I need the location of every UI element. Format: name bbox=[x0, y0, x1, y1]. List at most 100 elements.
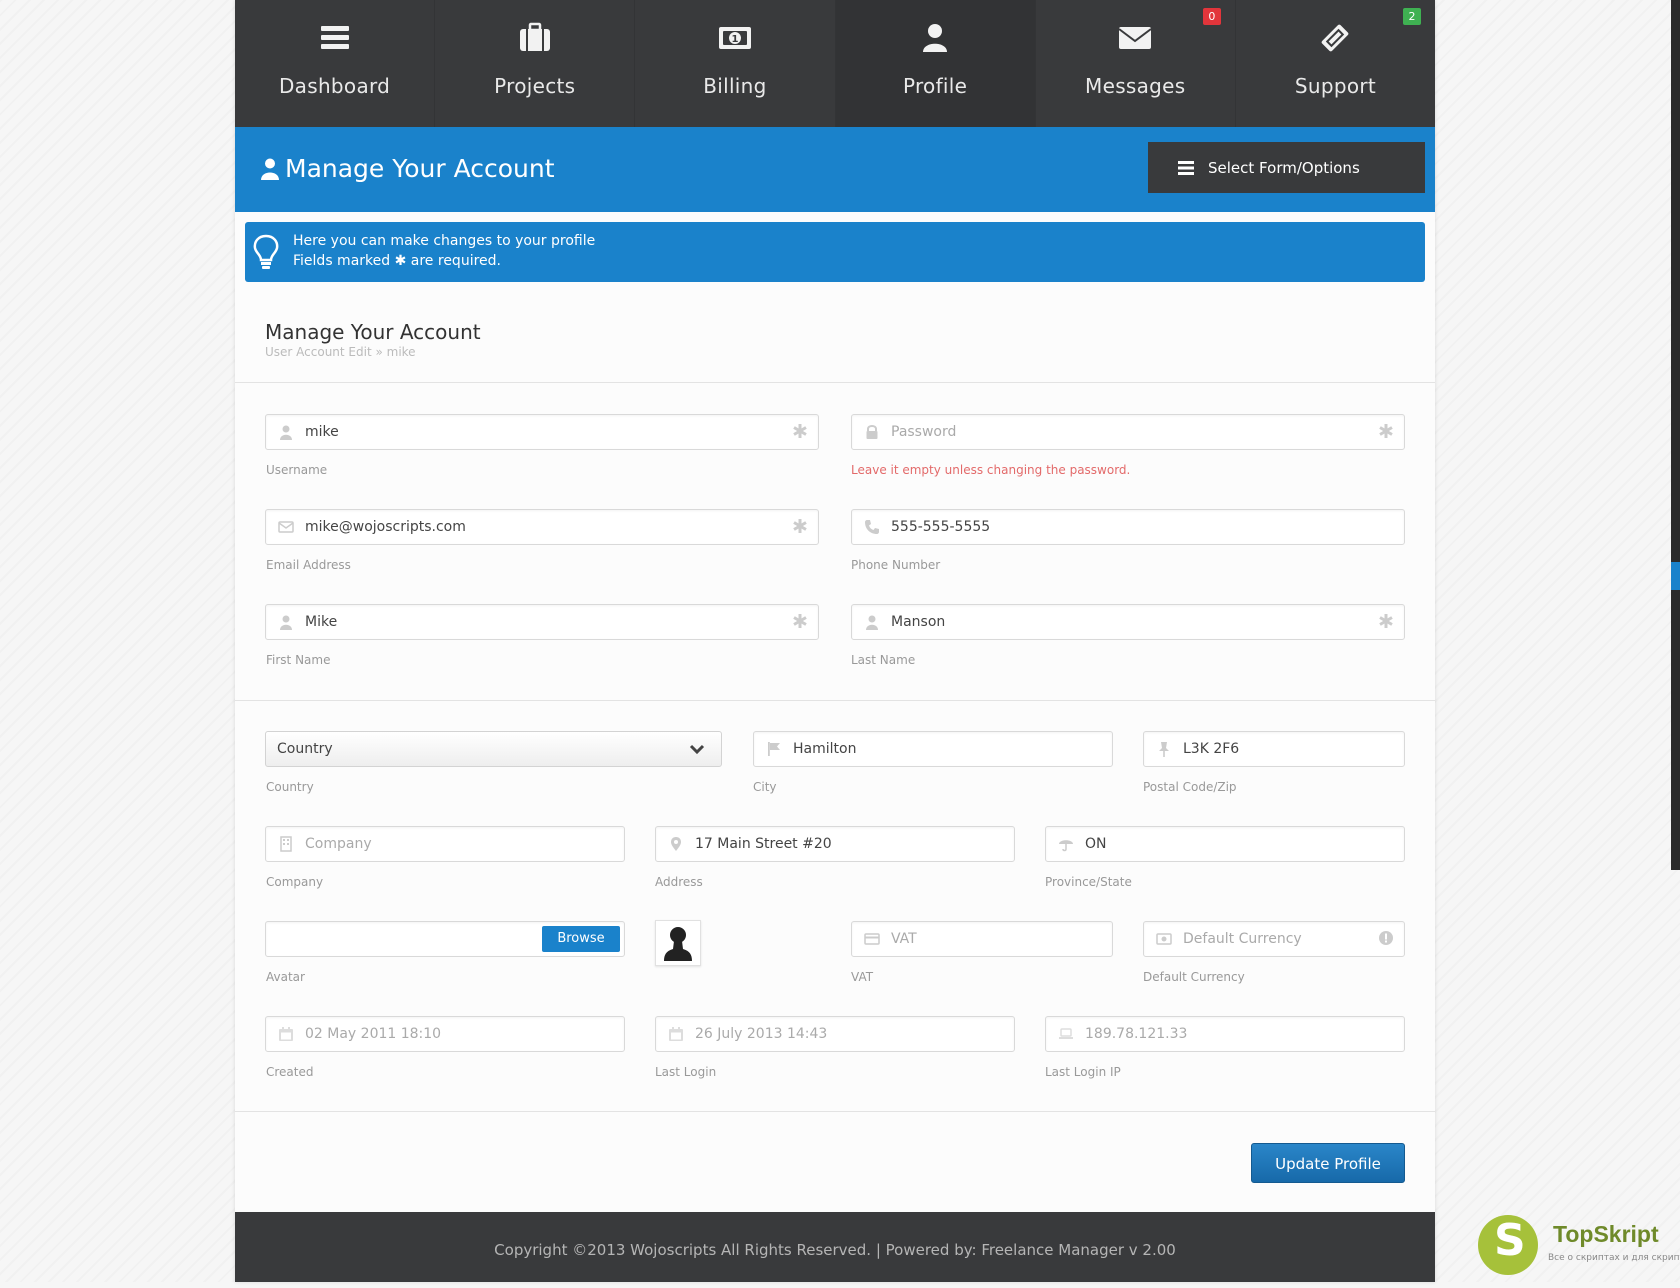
city-field[interactable]: Hamilton bbox=[753, 731, 1113, 767]
email-field[interactable]: mike@wojoscripts.com bbox=[265, 509, 819, 545]
phone-field[interactable]: 555-555-5555 bbox=[851, 509, 1405, 545]
province-label: Province/State bbox=[1045, 875, 1132, 889]
user-icon bbox=[923, 24, 948, 52]
default-currency-placeholder: Default Currency bbox=[1183, 931, 1302, 947]
vat-placeholder: VAT bbox=[891, 931, 917, 947]
select-form-options-label: Select Form/Options bbox=[1208, 158, 1360, 177]
select-form-options-button[interactable]: Select Form/Options bbox=[1148, 142, 1425, 193]
default-currency-label: Default Currency bbox=[1143, 970, 1245, 984]
building-icon bbox=[280, 836, 292, 852]
nav-item-projects[interactable]: Projects bbox=[435, 0, 636, 127]
province-field[interactable]: ON bbox=[1045, 826, 1405, 862]
divider bbox=[235, 382, 1435, 383]
username-field[interactable]: mike bbox=[265, 414, 819, 450]
nav-item-billing[interactable]: 1 Billing bbox=[635, 0, 836, 127]
username-label: Username bbox=[266, 463, 328, 477]
country-select[interactable]: Country bbox=[265, 731, 722, 767]
avatar-file-input[interactable]: Browse bbox=[265, 921, 625, 957]
panel-title: Manage Your Account bbox=[265, 320, 481, 344]
first-name-field[interactable]: Mike bbox=[265, 604, 819, 640]
user-icon bbox=[280, 615, 292, 630]
created-label: Created bbox=[266, 1065, 314, 1079]
divider bbox=[235, 700, 1435, 701]
user-icon bbox=[280, 425, 292, 440]
phone-value: 555-555-5555 bbox=[891, 519, 991, 535]
user-icon bbox=[261, 158, 279, 180]
province-value: ON bbox=[1085, 836, 1107, 852]
top-nav: Dashboard Projects 1 Billing Profile Mes… bbox=[235, 0, 1435, 127]
avatar bbox=[655, 920, 701, 966]
nav-item-messages[interactable]: Messages 0 bbox=[1036, 0, 1236, 127]
email-label: Email Address bbox=[266, 558, 351, 572]
postal-code-value: L3K 2F6 bbox=[1183, 741, 1240, 757]
page-header: Manage Your Account Select Form/Options bbox=[235, 127, 1435, 212]
last-login-label: Last Login bbox=[655, 1065, 717, 1079]
last-login-ip-label: Last Login IP bbox=[1045, 1065, 1121, 1079]
umbrella-icon bbox=[1059, 840, 1073, 852]
svg-text:1: 1 bbox=[731, 34, 738, 45]
nav-label-projects: Projects bbox=[494, 74, 576, 98]
ticket-icon bbox=[1322, 24, 1349, 52]
calendar-icon bbox=[279, 1027, 293, 1041]
scrollbar-thumb[interactable] bbox=[1671, 562, 1680, 590]
footer-copyright: Copyright ©2013 Wojoscripts All Rights R… bbox=[494, 1241, 1176, 1259]
phone-label: Phone Number bbox=[851, 558, 941, 572]
support-badge: 2 bbox=[1403, 8, 1422, 25]
last-name-field[interactable]: Manson bbox=[851, 604, 1405, 640]
email-value: mike@wojoscripts.com bbox=[305, 519, 466, 535]
envelope-icon bbox=[278, 521, 294, 533]
briefcase-icon bbox=[519, 22, 550, 51]
required-asterisk-icon: ✱ bbox=[394, 253, 407, 269]
nav-label-profile: Profile bbox=[902, 74, 968, 98]
password-field[interactable]: Password bbox=[851, 414, 1405, 450]
browse-button[interactable]: Browse bbox=[542, 926, 620, 952]
watermark-logo: S TopSkript Все о скриптах и для скрипто… bbox=[1478, 1213, 1680, 1279]
nav-label-dashboard: Dashboard bbox=[278, 74, 391, 98]
country-label: Country bbox=[266, 780, 314, 794]
nav-item-profile[interactable]: Profile bbox=[835, 0, 1036, 127]
company-label: Company bbox=[266, 875, 324, 889]
postal-code-label: Postal Code/Zip bbox=[1143, 780, 1237, 794]
info-line-2-prefix: Fields marked bbox=[293, 253, 391, 269]
map-marker-icon bbox=[671, 837, 681, 851]
divider bbox=[235, 1111, 1435, 1112]
username-value: mike bbox=[305, 424, 339, 440]
address-value: 17 Main Street #20 bbox=[695, 836, 832, 852]
lock-icon bbox=[866, 425, 878, 439]
watermark-title: TopSkript bbox=[1553, 1221, 1659, 1247]
password-placeholder: Password bbox=[891, 424, 957, 440]
country-value: Country bbox=[277, 741, 333, 757]
nav-item-dashboard[interactable]: Dashboard bbox=[235, 0, 436, 127]
info-line-2: Fields marked ✱ are required. bbox=[293, 253, 501, 269]
address-field[interactable]: 17 Main Street #20 bbox=[655, 826, 1015, 862]
last-login-ip-value: 189.78.121.33 bbox=[1085, 1026, 1188, 1042]
menu-icon bbox=[1178, 160, 1194, 175]
last-login-field: 26 July 2013 14:43 bbox=[655, 1016, 1015, 1052]
messages-badge: 0 bbox=[1202, 8, 1221, 25]
company-field[interactable]: Company bbox=[265, 826, 625, 862]
breadcrumb: User Account Edit » mike bbox=[265, 345, 416, 359]
last-name-value: Manson bbox=[891, 614, 946, 630]
info-line-1: Here you can make changes to your profil… bbox=[293, 233, 596, 249]
last-name-label: Last Name bbox=[851, 653, 916, 667]
nav-item-support[interactable]: Support 2 bbox=[1236, 0, 1435, 127]
avatar-silhouette-icon bbox=[664, 927, 692, 961]
update-profile-button[interactable]: Update Profile bbox=[1251, 1143, 1405, 1183]
pushpin-icon bbox=[1159, 742, 1169, 757]
menu-icon bbox=[320, 26, 349, 49]
scrollbar[interactable] bbox=[1671, 0, 1680, 870]
default-currency-field[interactable]: Default Currency bbox=[1143, 921, 1405, 957]
avatar-label: Avatar bbox=[266, 970, 305, 984]
first-name-label: First Name bbox=[266, 653, 331, 667]
footer: Copyright ©2013 Wojoscripts All Rights R… bbox=[235, 1212, 1435, 1282]
postal-code-field[interactable]: L3K 2F6 bbox=[1143, 731, 1405, 767]
laptop-icon bbox=[1059, 1028, 1073, 1039]
required-asterisk-icon bbox=[793, 424, 807, 438]
money-icon bbox=[1156, 933, 1172, 945]
flag-icon bbox=[768, 742, 780, 756]
vat-label: VAT bbox=[851, 970, 874, 984]
vat-field[interactable]: VAT bbox=[851, 921, 1113, 957]
password-hint: Leave it empty unless changing the passw… bbox=[851, 463, 1131, 477]
page-container: Dashboard Projects 1 Billing Profile Mes… bbox=[235, 0, 1435, 1282]
watermark-tagline: Все о скриптах и для скриптов... bbox=[1548, 1253, 1680, 1263]
